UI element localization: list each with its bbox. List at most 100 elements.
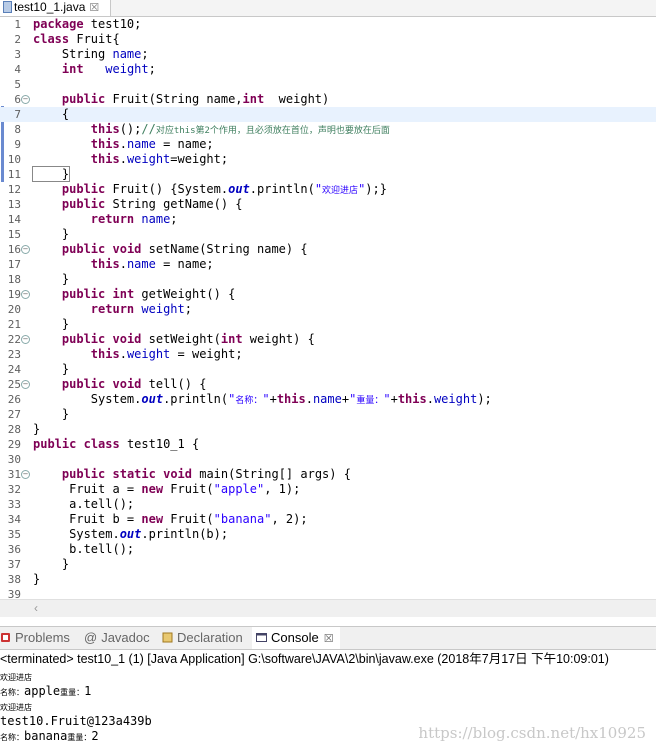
code-text: this.weight=weight; bbox=[90, 152, 229, 166]
code-line[interactable]: 13 public String getName() { bbox=[0, 197, 656, 212]
code-line[interactable]: 3 String name; bbox=[0, 47, 656, 62]
line-number: 12 bbox=[7, 183, 21, 196]
line-number: 27 bbox=[7, 408, 21, 421]
code-line[interactable]: 18 } bbox=[0, 272, 656, 287]
console-line: 名称：banana重量：2 bbox=[0, 729, 99, 743]
fold-toggle-icon[interactable]: − bbox=[21, 245, 30, 254]
code-line[interactable]: 8 this();//对应this第2个作用，且必须放在首位，声明也要放在后面 bbox=[0, 122, 656, 137]
scroll-left-arrow-icon[interactable]: ‹ bbox=[34, 601, 38, 615]
code-text: { bbox=[33, 107, 70, 121]
line-number: 5 bbox=[14, 78, 21, 91]
code-line[interactable]: 17 this.name = name; bbox=[0, 257, 656, 272]
code-line[interactable]: 31− public static void main(String[] arg… bbox=[0, 467, 656, 482]
line-number: 14 bbox=[7, 213, 21, 226]
line-number: 29 bbox=[7, 438, 21, 451]
line-number: 23 bbox=[7, 348, 21, 361]
code-line[interactable]: 12 public Fruit() {System.out.println("欢… bbox=[0, 182, 656, 197]
code-text: } bbox=[33, 407, 70, 421]
code-text: this.name = name; bbox=[90, 137, 214, 151]
tab-javadoc[interactable]: @ Javadoc bbox=[84, 627, 150, 649]
tab-declaration[interactable]: Declaration bbox=[162, 627, 243, 649]
code-line[interactable]: 30 bbox=[0, 452, 656, 467]
code-line[interactable]: 24 } bbox=[0, 362, 656, 377]
code-text: public class test10_1 { bbox=[33, 437, 200, 451]
tab-problems[interactable]: Problems bbox=[0, 627, 70, 649]
code-line[interactable]: 4 int weight; bbox=[0, 62, 656, 77]
line-number: 4 bbox=[14, 63, 21, 76]
line-number: 31 bbox=[7, 468, 21, 481]
code-line[interactable]: 14 return name; bbox=[0, 212, 656, 227]
code-text: b.tell(); bbox=[33, 542, 135, 556]
code-line[interactable]: 29 public class test10_1 { bbox=[0, 437, 656, 452]
code-line[interactable]: 16− public void setName(String name) { bbox=[0, 242, 656, 257]
code-line[interactable]: 9 this.name = name; bbox=[0, 137, 656, 152]
code-line[interactable]: 10 this.weight=weight; bbox=[0, 152, 656, 167]
code-line[interactable]: 7 { bbox=[0, 107, 656, 122]
code-line[interactable]: 28} bbox=[0, 422, 656, 437]
fold-toggle-icon[interactable]: − bbox=[21, 380, 30, 389]
line-number: 8 bbox=[14, 123, 21, 136]
code-text: } bbox=[33, 317, 70, 331]
code-text: } bbox=[33, 227, 70, 241]
fold-toggle-icon[interactable]: − bbox=[21, 290, 30, 299]
editor-tab-bar: test10_1.java ☒ bbox=[0, 0, 656, 17]
line-number: 20 bbox=[7, 303, 21, 316]
code-line[interactable]: 36 b.tell(); bbox=[0, 542, 656, 557]
code-line[interactable]: 26 System.out.println("名称："+this.name+"重… bbox=[0, 392, 656, 407]
problems-icon bbox=[1, 633, 10, 642]
code-line[interactable]: 19− public int getWeight() { bbox=[0, 287, 656, 302]
code-text: public void setWeight(int weight) { bbox=[61, 332, 315, 346]
fold-toggle-icon[interactable]: − bbox=[21, 95, 30, 104]
code-line[interactable]: 5 bbox=[0, 77, 656, 92]
code-line[interactable]: 33 a.tell(); bbox=[0, 497, 656, 512]
editor-tab-test10-1[interactable]: test10_1.java ☒ bbox=[0, 0, 111, 16]
code-text: System.out.println(b); bbox=[33, 527, 229, 541]
line-number: 9 bbox=[14, 138, 21, 151]
editor-horizontal-scrollbar[interactable]: ‹ bbox=[0, 599, 656, 617]
code-line[interactable]: 35 System.out.println(b); bbox=[0, 527, 656, 542]
line-number: 15 bbox=[7, 228, 21, 241]
code-text: } bbox=[33, 557, 70, 571]
code-line[interactable]: 2 class Fruit{ bbox=[0, 32, 656, 47]
code-line[interactable]: 11 } bbox=[0, 166, 656, 182]
bottom-panel-tabs: Problems @ Javadoc Declaration Console ☒ bbox=[0, 626, 656, 650]
code-editor[interactable]: 1 package test10; 2 class Fruit{3 String na… bbox=[0, 17, 656, 601]
console-line: 名称：apple重量：1 bbox=[0, 684, 92, 698]
line-number: 7 bbox=[14, 108, 21, 121]
fold-toggle-icon[interactable]: − bbox=[21, 470, 30, 479]
javadoc-icon: @ bbox=[84, 630, 98, 645]
code-line[interactable]: 15 } bbox=[0, 227, 656, 242]
close-console-icon[interactable]: ☒ bbox=[324, 633, 334, 645]
line-number: 25 bbox=[7, 378, 21, 391]
code-line[interactable]: 34 Fruit b = new Fruit("banana", 2); bbox=[0, 512, 656, 527]
code-text: } bbox=[33, 422, 41, 436]
line-number: 24 bbox=[7, 363, 21, 376]
code-line[interactable]: 20 return weight; bbox=[0, 302, 656, 317]
fold-toggle-icon[interactable]: − bbox=[21, 335, 30, 344]
code-text: public void tell() { bbox=[61, 377, 207, 391]
line-number: 2 bbox=[14, 33, 21, 46]
line-number: 33 bbox=[7, 498, 21, 511]
code-line[interactable]: 32 Fruit a = new Fruit("apple", 1); bbox=[0, 482, 656, 497]
code-text: int weight; bbox=[61, 62, 156, 76]
code-line[interactable]: 23 this.weight = weight; bbox=[0, 347, 656, 362]
code-line[interactable]: 21 } bbox=[0, 317, 656, 332]
line-number: 1 bbox=[14, 18, 21, 31]
line-number: 10 bbox=[7, 153, 21, 166]
code-line[interactable]: 37 } bbox=[0, 557, 656, 572]
code-text: } bbox=[33, 572, 41, 586]
close-tab-icon[interactable]: ☒ bbox=[89, 2, 99, 14]
line-number: 36 bbox=[7, 543, 21, 556]
code-line[interactable]: 27 } bbox=[0, 407, 656, 422]
code-line[interactable]: 6− public Fruit(String name,int weight) bbox=[0, 92, 656, 107]
code-line[interactable]: 25− public void tell() { bbox=[0, 377, 656, 392]
line-number: 3 bbox=[14, 48, 21, 61]
line-number: 22 bbox=[7, 333, 21, 346]
code-line[interactable]: 1 package test10; bbox=[0, 17, 656, 32]
code-line[interactable]: 38} bbox=[0, 572, 656, 587]
tab-console[interactable]: Console ☒ bbox=[252, 627, 340, 649]
watermark: https://blog.csdn.net/hx10925 bbox=[418, 724, 646, 742]
code-line[interactable]: 22− public void setWeight(int weight) { bbox=[0, 332, 656, 347]
java-file-icon bbox=[3, 1, 12, 13]
code-text: } bbox=[33, 272, 70, 286]
